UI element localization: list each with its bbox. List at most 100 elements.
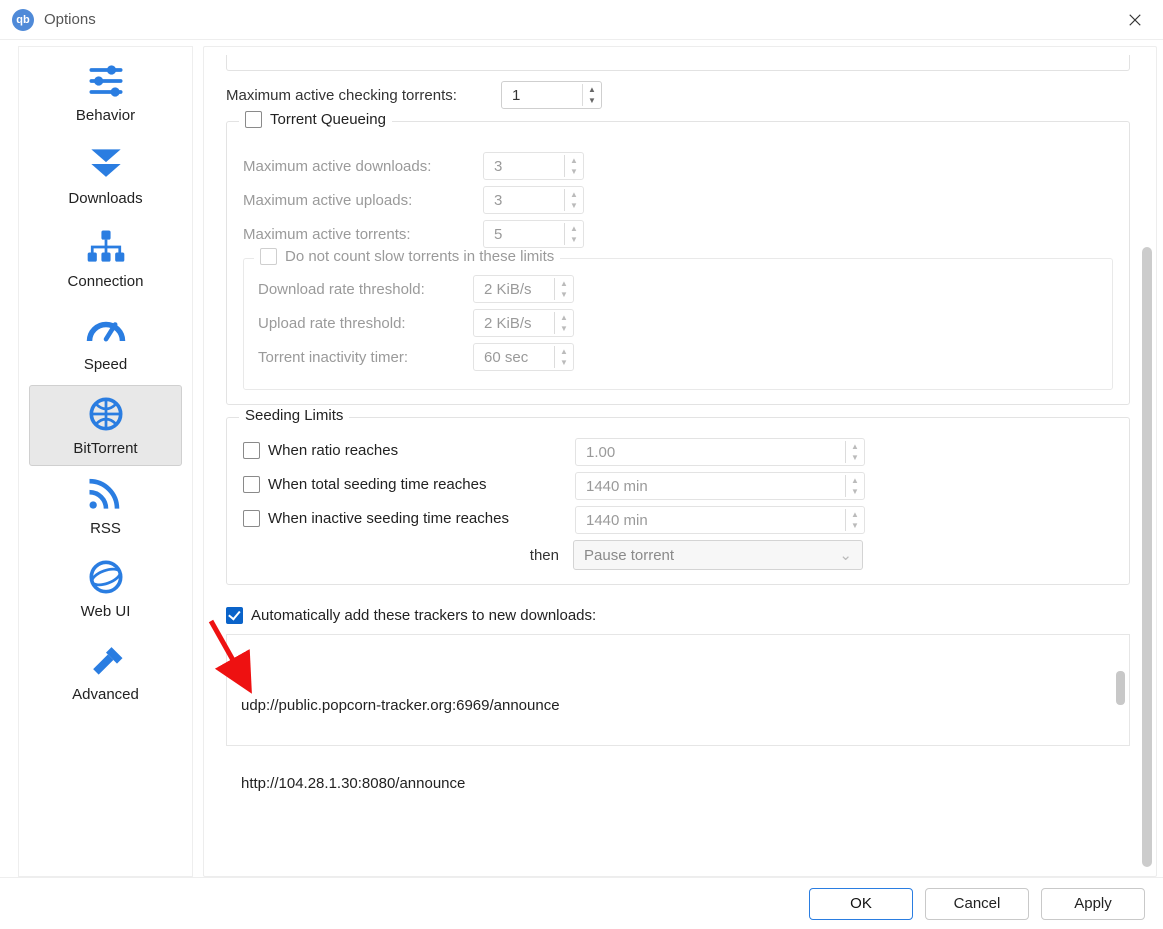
slow-torrents-checkbox: Do not count slow torrents in these limi… [260,248,554,265]
checkbox-icon [260,248,277,265]
spinner-down-icon[interactable]: ▼ [583,95,601,106]
spinner-down-icon: ▼ [555,357,573,368]
spinner-down-icon: ▼ [565,200,583,211]
max-active-checking-spinner[interactable]: 1 ▲▼ [501,81,602,109]
inactive-seeding-checkbox[interactable]: When inactive seeding time reaches [243,510,509,527]
checkbox-icon [243,476,260,493]
sidebar-item-label: Behavior [19,107,192,124]
ratio-limit-label: When ratio reaches [268,442,398,459]
inactive-seeding-row: When inactive seeding time reaches 1440 … [243,506,1113,534]
sidebar-item-label: Speed [19,356,192,373]
spinner-value: 1.00 [576,444,845,461]
gauge-icon [19,308,192,352]
network-icon [19,225,192,269]
total-seeding-checkbox[interactable]: When total seeding time reaches [243,476,486,493]
total-seeding-label: When total seeding time reaches [268,476,486,493]
checkbox-icon [245,111,262,128]
rss-icon [19,472,192,516]
spinner-up-icon: ▲ [565,223,583,234]
slow-torrents-legend: Do not count slow torrents in these limi… [285,248,554,265]
sidebar-item-bittorrent[interactable]: BitTorrent [29,385,182,466]
max-active-checking-label: Maximum active checking torrents: [226,87,491,104]
dl-rate-threshold-spinner: 2 KiB/s ▲▼ [473,275,574,303]
spinner-down-icon: ▼ [846,486,864,497]
sidebar: Behavior Downloads Connection Speed BitT… [18,46,193,877]
max-active-torrents-row: Maximum active torrents: 5 ▲▼ [243,220,1113,248]
checkbox-icon [243,510,260,527]
max-active-torrents-spinner: 5 ▲▼ [483,220,584,248]
auto-trackers-textarea[interactable]: udp://public.popcorn-tracker.org:6969/an… [226,634,1130,746]
globe-icon [30,392,181,436]
sidebar-item-behavior[interactable]: Behavior [19,53,192,136]
sidebar-item-downloads[interactable]: Downloads [19,136,192,219]
spinner-value: 1 [502,87,582,104]
window-title: Options [44,11,1119,28]
spinner-down-icon: ▼ [846,452,864,463]
dialog-footer: OK Cancel Apply [0,877,1163,929]
auto-trackers-checkbox[interactable]: Automatically add these trackers to new … [226,607,596,624]
slow-torrents-group: Do not count slow torrents in these limi… [243,258,1113,390]
spinner-down-icon: ▼ [846,520,864,531]
auto-trackers-label: Automatically add these trackers to new … [251,607,596,624]
spinner-value: 5 [484,226,564,243]
sliders-icon [19,59,192,103]
ul-rate-threshold-spinner: 2 KiB/s ▲▼ [473,309,574,337]
sidebar-item-speed[interactable]: Speed [19,302,192,385]
tools-icon [19,638,192,682]
sidebar-item-advanced[interactable]: Advanced [19,632,192,715]
trackers-text: udp://public.popcorn-tracker.org:6969/an… [241,697,560,792]
qbittorrent-icon: qb [12,9,34,31]
max-active-downloads-label: Maximum active downloads: [243,158,473,175]
total-seeding-row: When total seeding time reaches 1440 min… [243,472,1113,500]
spinner-value: 1440 min [576,478,845,495]
torrent-queueing-checkbox[interactable]: Torrent Queueing [245,111,386,128]
content-scrollbar[interactable] [1142,247,1152,867]
spinner-up-icon[interactable]: ▲ [583,84,601,95]
spinner-up-icon: ▲ [565,189,583,200]
sidebar-item-connection[interactable]: Connection [19,219,192,302]
select-value: Pause torrent [584,547,674,564]
sidebar-item-label: Web UI [19,603,192,620]
sidebar-item-label: RSS [19,520,192,537]
spinner-value: 60 sec [474,349,554,366]
sidebar-item-label: Connection [19,273,192,290]
sidebar-item-webui[interactable]: Web UI [19,549,192,632]
max-active-uploads-spinner: 3 ▲▼ [483,186,584,214]
inactivity-timer-row: Torrent inactivity timer: 60 sec ▲▼ [258,343,1098,371]
inactivity-timer-label: Torrent inactivity timer: [258,349,463,366]
ul-rate-threshold-label: Upload rate threshold: [258,315,463,332]
ratio-limit-spinner: 1.00▲▼ [575,438,865,466]
checkbox-icon [243,442,260,459]
sidebar-item-label: Advanced [19,686,192,703]
auto-trackers-row: Automatically add these trackers to new … [226,607,1130,624]
then-action-select: Pause torrent ⌄ [573,540,863,570]
spinner-value: 3 [484,192,564,209]
chevron-down-icon: ⌄ [839,546,852,564]
cancel-button[interactable]: Cancel [925,888,1029,920]
inactive-seeding-spinner: 1440 min▲▼ [575,506,865,534]
spinner-up-icon: ▲ [555,278,573,289]
max-active-downloads-row: Maximum active downloads: 3 ▲▼ [243,152,1113,180]
spinner-value: 2 KiB/s [474,315,554,332]
spinner-down-icon: ▼ [555,323,573,334]
inactive-seeding-label: When inactive seeding time reaches [268,510,509,527]
sidebar-item-rss[interactable]: RSS [19,466,192,549]
ratio-limit-checkbox[interactable]: When ratio reaches [243,442,398,459]
sidebar-item-label: BitTorrent [30,440,181,457]
torrent-queueing-group: Torrent Queueing Maximum active download… [226,121,1130,405]
ok-button[interactable]: OK [809,888,913,920]
spinner-up-icon: ▲ [565,155,583,166]
close-icon[interactable] [1119,4,1151,36]
apply-button[interactable]: Apply [1041,888,1145,920]
ratio-limit-row: When ratio reaches 1.00▲▼ [243,438,1113,466]
max-active-checking-row: Maximum active checking torrents: 1 ▲▼ [226,81,1130,109]
web-icon [19,555,192,599]
max-active-uploads-label: Maximum active uploads: [243,192,473,209]
spinner-down-icon: ▼ [565,234,583,245]
ul-rate-threshold-row: Upload rate threshold: 2 KiB/s ▲▼ [258,309,1098,337]
content-panel: Maximum active checking torrents: 1 ▲▼ T… [203,46,1157,877]
textarea-scrollbar[interactable] [1116,671,1125,705]
spinner-up-icon: ▲ [555,346,573,357]
spinner-value: 2 KiB/s [474,281,554,298]
spinner-value: 3 [484,158,564,175]
